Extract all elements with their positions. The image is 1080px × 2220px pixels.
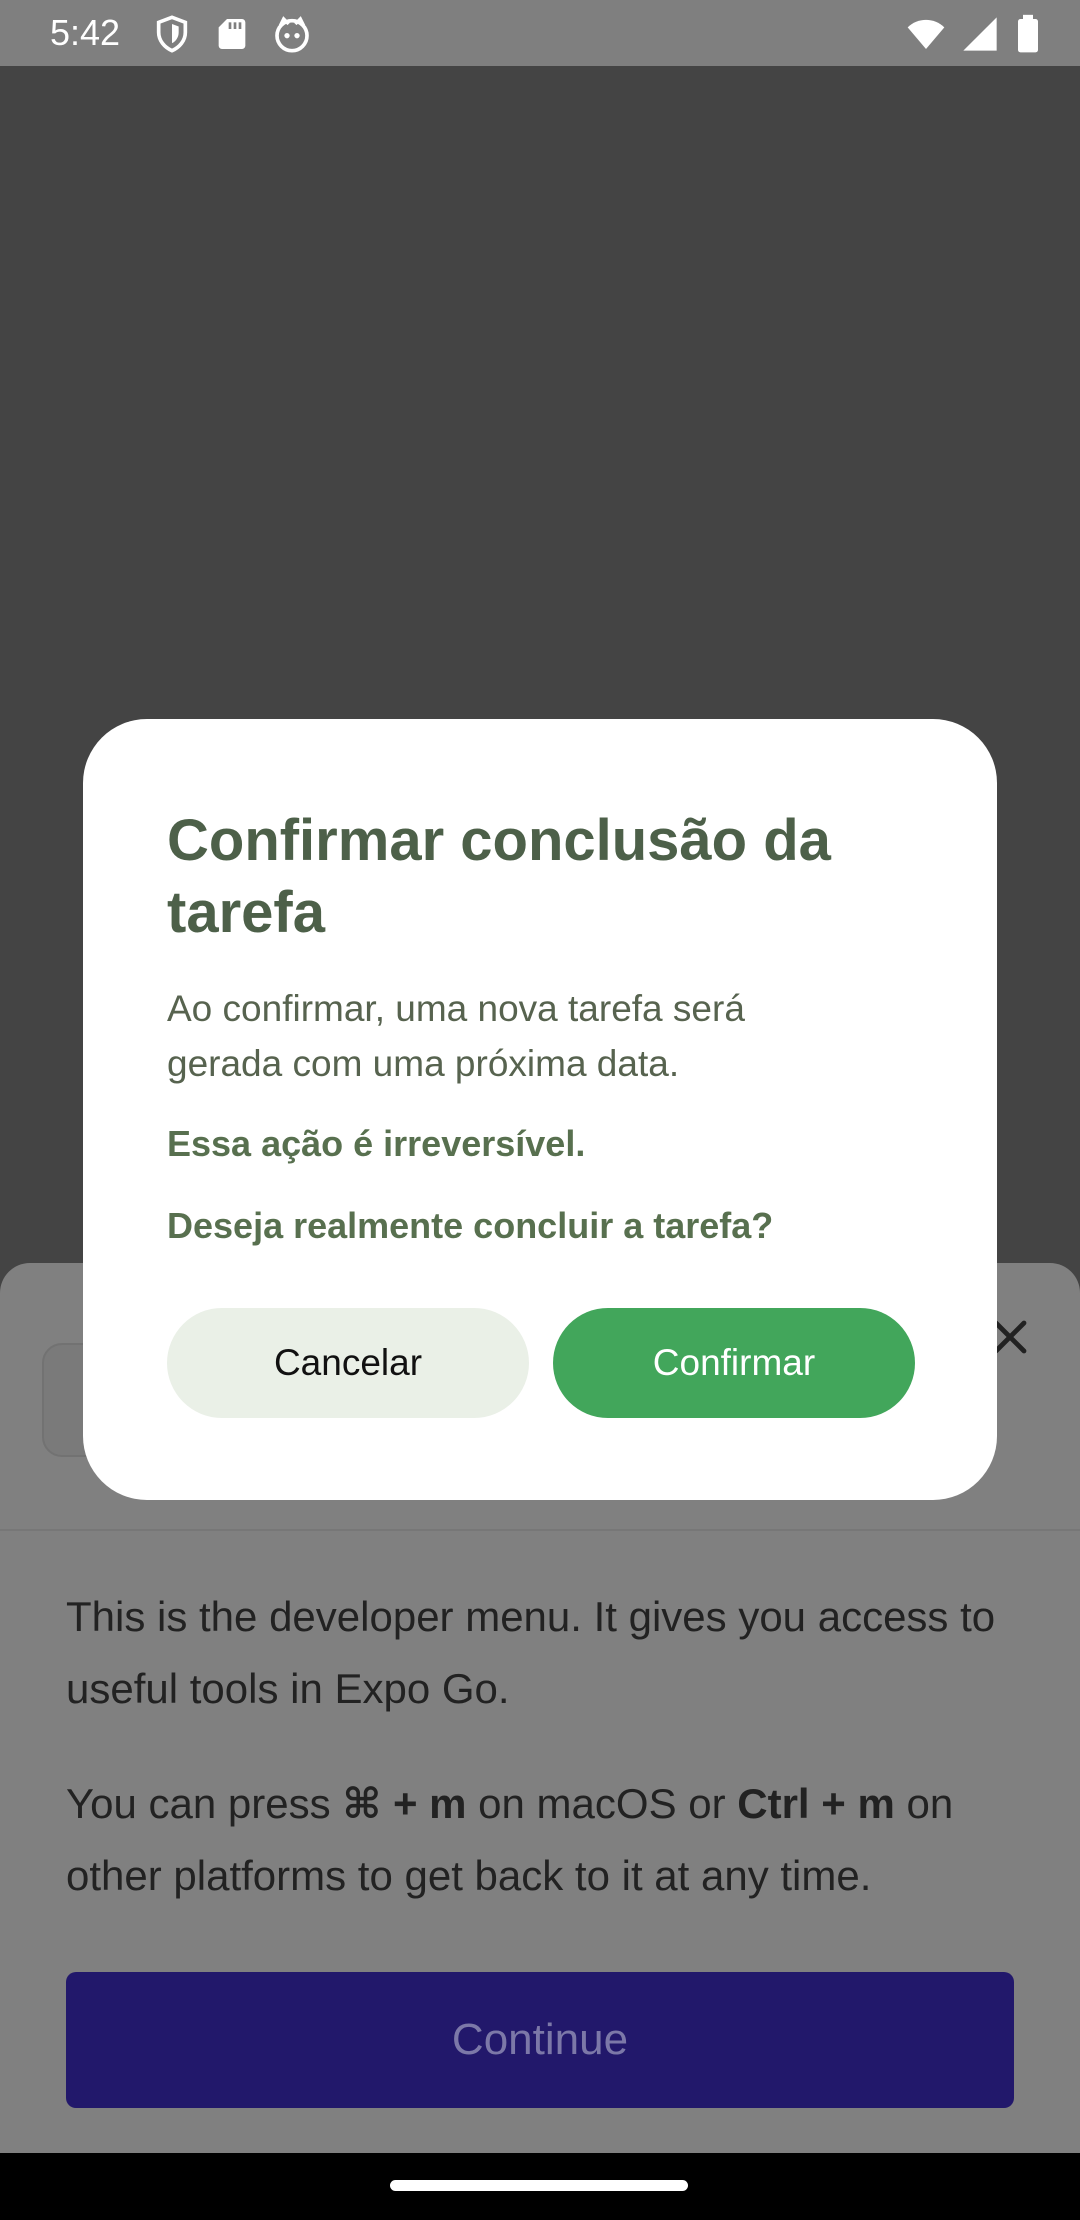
- sd-card-icon: [218, 19, 246, 49]
- shield-icon: [156, 15, 188, 53]
- battery-icon: [1018, 14, 1038, 53]
- continue-button[interactable]: Continue: [66, 1972, 1014, 2108]
- status-bar: 5:42: [0, 0, 1080, 66]
- dialog-message: Ao confirmar, uma nova tarefa será gerad…: [167, 988, 745, 1084]
- status-icons-left: [152, 14, 312, 54]
- shortcut-mac: ⌘ + m: [342, 1780, 467, 1827]
- status-time: 5:42: [50, 12, 121, 53]
- navigation-bar: [0, 2153, 1080, 2220]
- dialog-title: Confirmar conclusão da tarefa: [167, 808, 831, 945]
- dev-menu-intro: This is the developer menu. It gives you…: [66, 1593, 996, 1712]
- dialog-warning: Essa ação é irreversível.: [167, 1123, 586, 1164]
- wifi-icon: [907, 19, 945, 49]
- dev-menu-shortcut-text: You can press ⌘ + m on macOS or Ctrl + m…: [66, 1768, 1026, 1912]
- shortcut-prefix: You can press: [66, 1780, 343, 1827]
- cell-signal-icon: [963, 17, 997, 51]
- confirm-button[interactable]: Confirmar: [553, 1308, 915, 1418]
- status-icons-right: [906, 14, 1042, 54]
- shortcut-mid: on macOS or: [466, 1780, 738, 1827]
- cancel-button[interactable]: Cancelar: [167, 1308, 529, 1418]
- confirm-dialog: Confirmar conclusão da tarefa Ao confirm…: [83, 719, 997, 1500]
- dialog-question: Deseja realmente concluir a tarefa?: [167, 1205, 774, 1246]
- home-indicator[interactable]: [390, 2180, 688, 2191]
- shortcut-other: Ctrl + m: [737, 1780, 895, 1827]
- cat-face-icon: [275, 16, 309, 53]
